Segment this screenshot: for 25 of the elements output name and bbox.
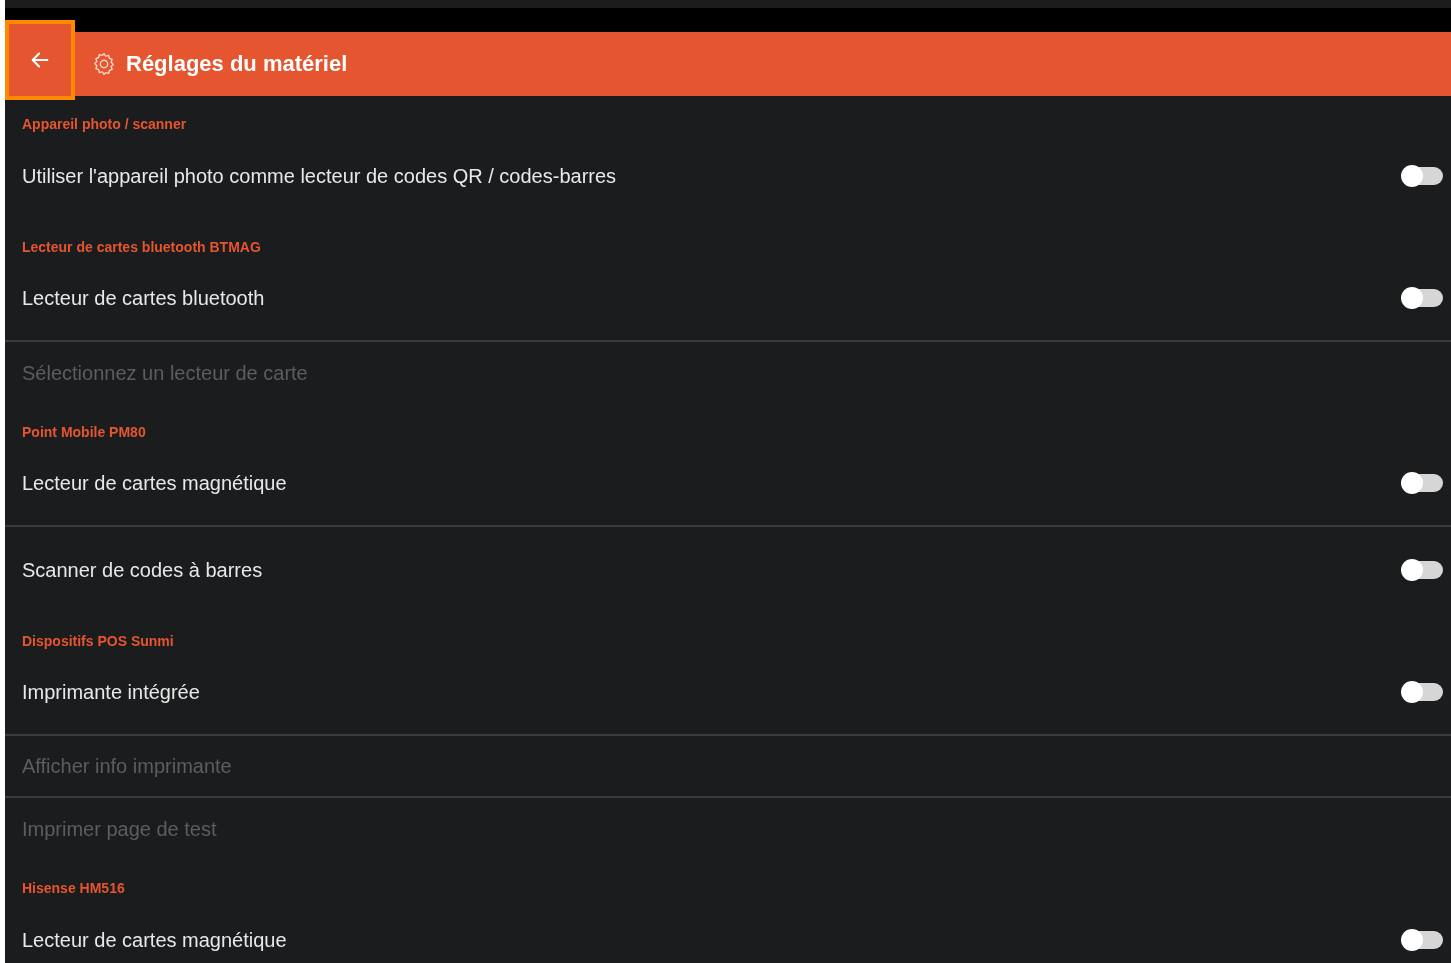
toggle-switch[interactable] — [1403, 683, 1443, 701]
gear-icon — [91, 51, 117, 77]
section-header: Hisense HM516 — [22, 880, 125, 896]
setting-label: Utiliser l'appareil photo comme lecteur de codes QR / codes-barres — [22, 164, 617, 188]
section-header: Lecteur de cartes bluetooth BTMAG — [22, 239, 261, 255]
section-header: Dispositifs POS Sunmi — [22, 633, 174, 649]
screen-title: Réglages du matériel — [126, 51, 348, 77]
setting-label: Lecteur de cartes magnétique — [22, 471, 287, 495]
setting-label: Imprimante intégrée — [22, 680, 200, 704]
setting-label: Lecteur de cartes bluetooth — [22, 286, 265, 310]
setting-row[interactable]: Scanner de codes à barres — [5, 527, 1451, 613]
setting-row[interactable]: Imprimante intégrée — [5, 650, 1451, 736]
toggle-switch[interactable] — [1403, 167, 1443, 185]
section-header: Appareil photo / scanner — [22, 116, 187, 132]
setting-row[interactable]: Lecteur de cartes bluetooth — [5, 256, 1451, 342]
toggle-switch[interactable] — [1403, 474, 1443, 492]
toggle-switch[interactable] — [1403, 289, 1443, 307]
setting-row[interactable]: Lecteur de cartes magnétique — [5, 897, 1451, 963]
setting-label: Lecteur de cartes magnétique — [22, 928, 287, 952]
section-header: Point Mobile PM80 — [22, 424, 146, 440]
setting-label: Scanner de codes à barres — [22, 558, 263, 582]
setting-row[interactable]: Lecteur de cartes magnétique — [5, 441, 1451, 527]
toggle-switch[interactable] — [1403, 931, 1443, 949]
toggle-switch[interactable] — [1403, 561, 1443, 579]
setting-row[interactable]: Utiliser l'appareil photo comme lecteur de codes QR / codes-barres — [5, 133, 1451, 219]
